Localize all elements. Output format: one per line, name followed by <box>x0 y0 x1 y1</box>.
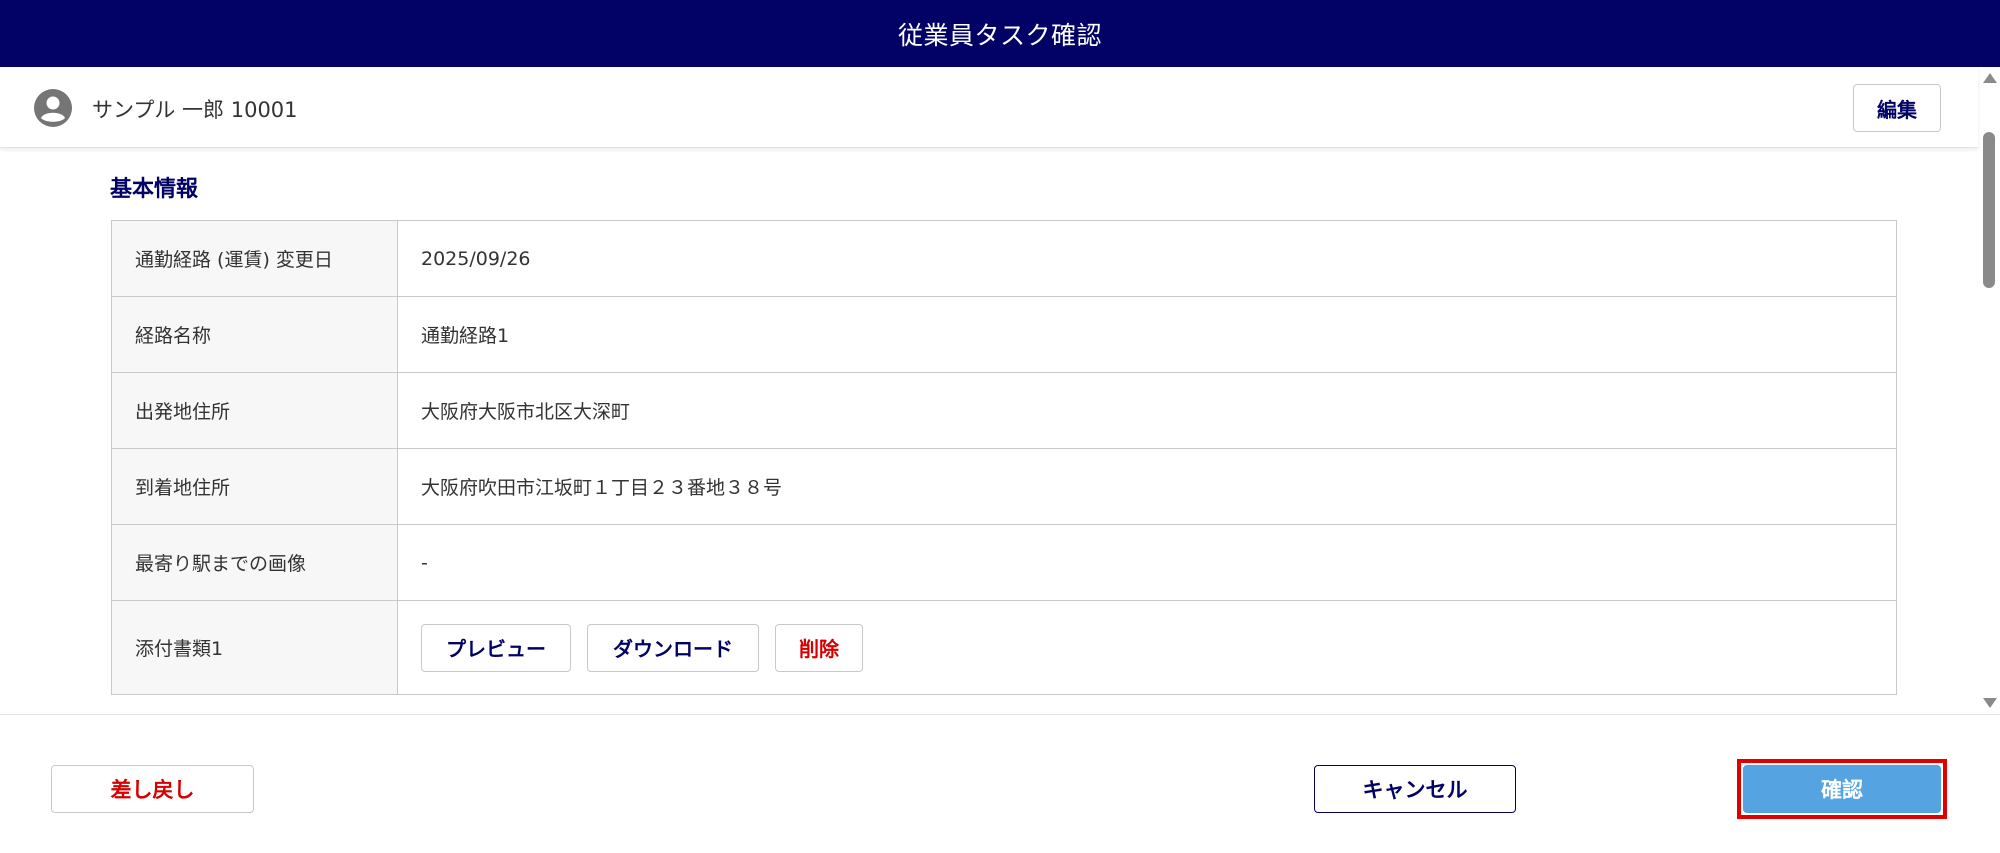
row-value: 大阪府大阪市北区大深町 <box>421 401 631 423</box>
attachment-label: 添付書類1 <box>112 601 398 694</box>
download-button[interactable]: ダウンロード <box>587 623 759 672</box>
vertical-scrollbar[interactable] <box>1978 67 2000 714</box>
scroll-thumb[interactable] <box>1983 132 1995 288</box>
table-row: 出発地住所 大阪府大阪市北区大深町 <box>112 373 1896 449</box>
preview-button[interactable]: プレビュー <box>421 623 571 672</box>
cancel-button[interactable]: キャンセル <box>1314 765 1516 813</box>
row-label: 出発地住所 <box>112 373 398 448</box>
info-table: 通勤経路 (運賃) 変更日 2025/09/26 経路名称 通勤経路1 出発地住… <box>111 220 1897 695</box>
edit-button[interactable]: 編集 <box>1853 84 1941 132</box>
scroll-down-icon[interactable] <box>1983 698 1997 708</box>
table-row: 最寄り駅までの画像 - <box>112 525 1896 601</box>
page-header: 従業員タスク確認 <box>0 0 2000 67</box>
table-row: 到着地住所 大阪府吹田市江坂町１丁目２３番地３８号 <box>112 449 1896 525</box>
row-label: 最寄り駅までの画像 <box>112 525 398 600</box>
page-title: 従業員タスク確認 <box>897 20 1102 50</box>
row-label: 経路名称 <box>112 297 398 372</box>
row-value: - <box>421 551 428 574</box>
row-value: 2025/09/26 <box>421 247 531 270</box>
user-bar: サンプル 一郎 10001 編集 <box>0 67 1978 148</box>
row-label: 到着地住所 <box>112 449 398 524</box>
confirm-button[interactable]: 確認 <box>1743 765 1941 813</box>
section-title: 基本情報 <box>110 177 199 202</box>
row-value: 大阪府吹田市江坂町１丁目２３番地３８号 <box>421 477 783 499</box>
attachment-row: 添付書類1 プレビュー ダウンロード 削除 <box>112 601 1896 694</box>
delete-button[interactable]: 削除 <box>775 623 863 672</box>
row-label: 通勤経路 (運賃) 変更日 <box>112 221 398 296</box>
table-row: 経路名称 通勤経路1 <box>112 297 1896 373</box>
table-row: 通勤経路 (運賃) 変更日 2025/09/26 <box>112 221 1896 297</box>
content-area: 基本情報 通勤経路 (運賃) 変更日 2025/09/26 経路名称 通勤経路1… <box>0 148 1978 714</box>
user-avatar-icon <box>34 89 72 127</box>
user-name: サンプル 一郎 10001 <box>92 98 298 122</box>
attachment-actions: プレビュー ダウンロード 削除 <box>398 601 1896 694</box>
scroll-up-icon[interactable] <box>1983 73 1997 83</box>
footer-actions: 差し戻し キャンセル 確認 <box>0 714 2000 853</box>
return-button[interactable]: 差し戻し <box>51 765 254 813</box>
row-value: 通勤経路1 <box>421 325 510 347</box>
